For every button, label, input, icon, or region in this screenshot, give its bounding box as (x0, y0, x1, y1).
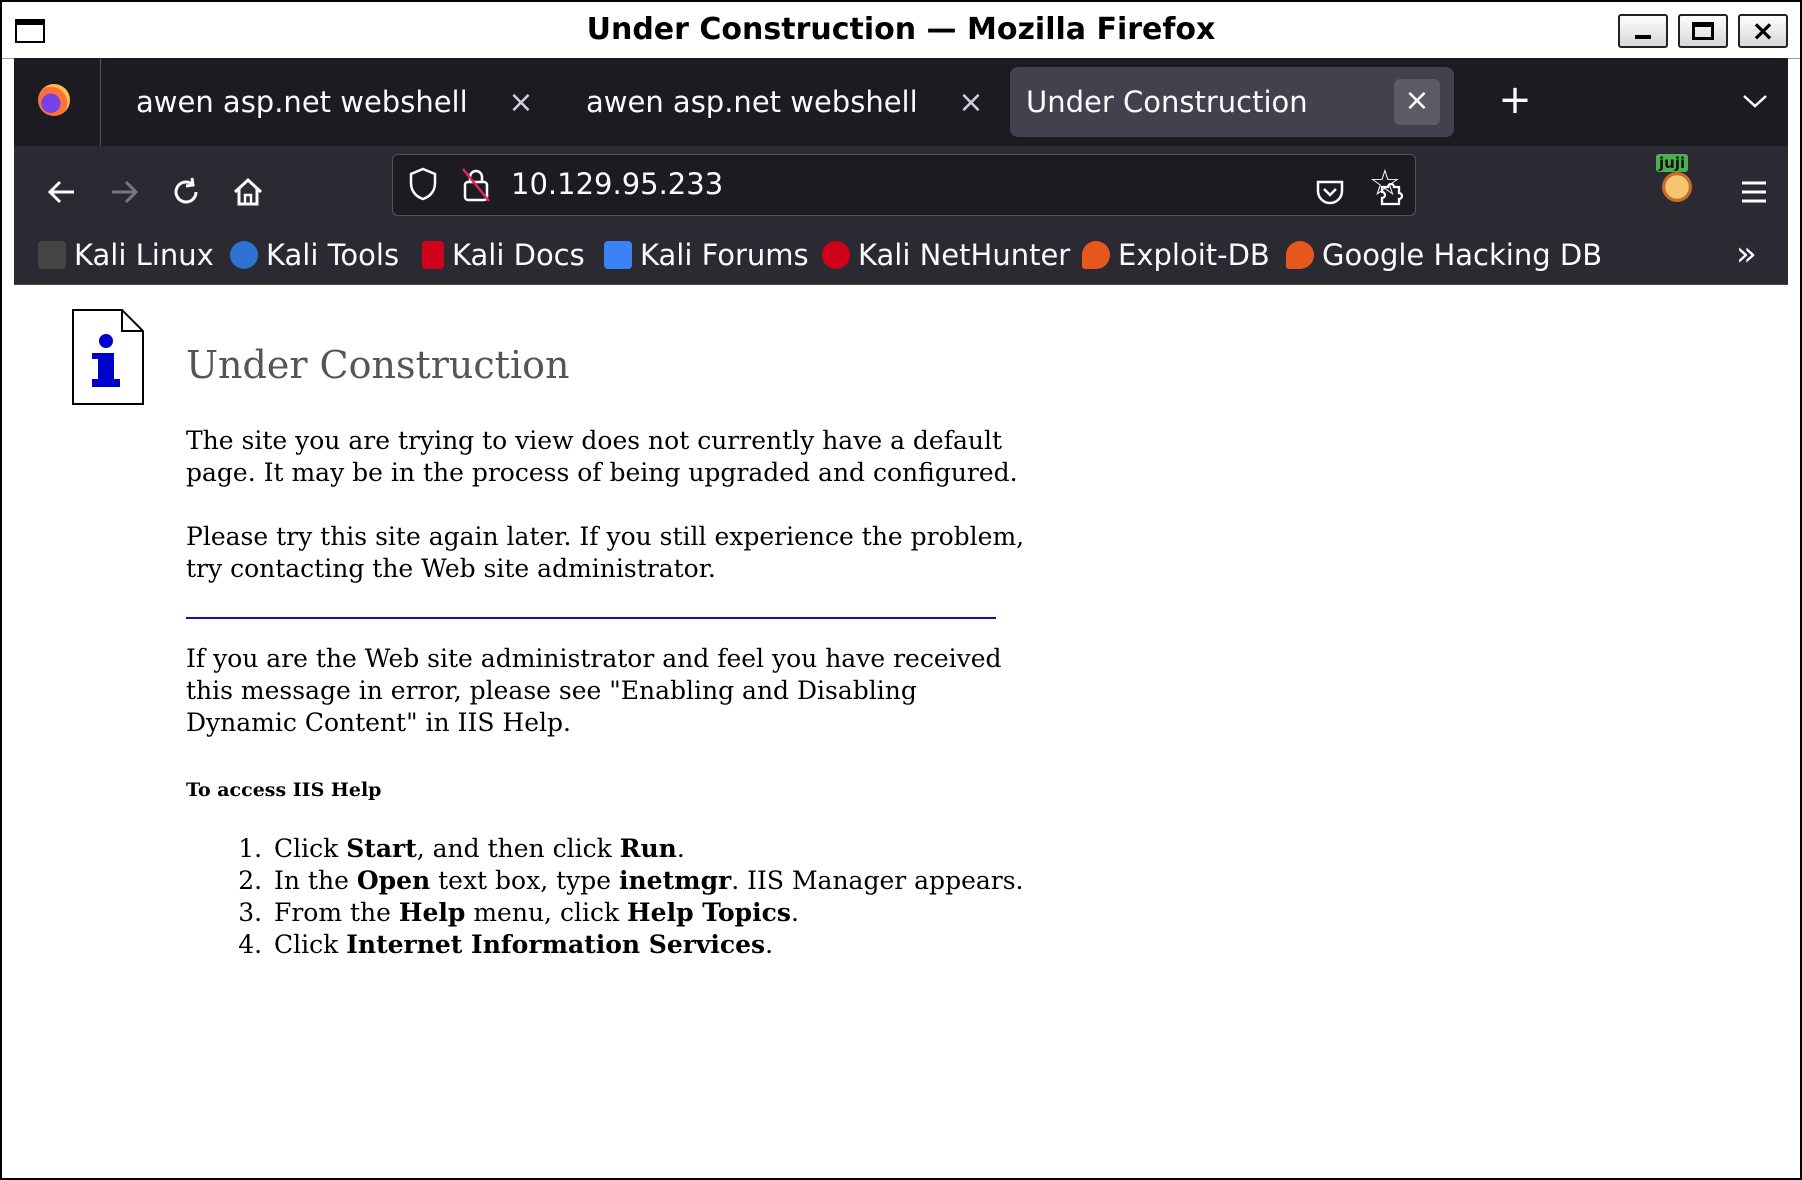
url-text[interactable]: 10.129.95.233 (511, 167, 723, 201)
bookmark-google-hacking-db[interactable]: Google Hacking DB (1286, 236, 1602, 274)
list-all-tabs-button[interactable] (1732, 78, 1778, 124)
address-bar[interactable]: 10.129.95.233 ☆ (392, 154, 1416, 216)
extensions-button[interactable] (1366, 164, 1418, 216)
admin-paragraph: If you are the Web site administrator an… (186, 644, 1002, 737)
tab-webshell-2[interactable]: awen asp.net webshell × (564, 67, 994, 137)
close-window-button[interactable]: × (1738, 14, 1788, 48)
intro-paragraph: The site you are trying to view does not… (186, 426, 1018, 487)
tab-label: Under Construction (1026, 85, 1308, 119)
browser-window: Under Construction — Mozilla Firefox × a… (0, 0, 1802, 1180)
bookmark-kali-docs[interactable]: Kali Docs (422, 236, 585, 274)
home-icon (233, 177, 263, 205)
bookmark-exploit-db[interactable]: Exploit-DB (1082, 236, 1270, 274)
page-content: Under Construction The site you are tryi… (14, 285, 1788, 1178)
help-steps-list: Click Start, and then click Run. In the … (210, 833, 1090, 961)
maximize-button[interactable] (1678, 14, 1728, 48)
tab-separator (100, 58, 101, 146)
horizontal-rule (186, 617, 996, 619)
insecure-lock-icon[interactable] (461, 167, 491, 203)
kali-dragon-icon (38, 241, 66, 269)
bookmark-kali-nethunter[interactable]: Kali NetHunter (822, 236, 1070, 274)
kali-forums-icon (604, 241, 632, 269)
account-button[interactable]: juji (1656, 154, 1698, 202)
tab-under-construction[interactable]: Under Construction × (1010, 67, 1454, 137)
list-item: From the Help menu, click Help Topics. (270, 897, 1090, 929)
window-titlebar[interactable]: Under Construction — Mozilla Firefox × (2, 2, 1800, 59)
tab-strip: awen asp.net webshell × awen asp.net web… (14, 58, 1788, 146)
page-title: Under Construction (186, 343, 570, 387)
list-item: Click Start, and then click Run. (270, 833, 1090, 865)
tab-label: awen asp.net webshell (136, 85, 468, 119)
bookmark-kali-linux[interactable]: Kali Linux (38, 236, 214, 274)
menu-icon (1742, 181, 1766, 202)
list-item: In the Open text box, type inetmgr. IIS … (270, 865, 1090, 897)
pocket-icon (1316, 180, 1344, 204)
exploit-db-icon (1082, 241, 1110, 269)
close-icon: × (1751, 14, 1775, 47)
chevron-down-icon (1743, 95, 1767, 108)
tab-close-icon[interactable]: × (1394, 79, 1440, 125)
bookmark-kali-tools[interactable]: Kali Tools (230, 236, 399, 274)
tracking-protection-shield-icon[interactable] (409, 167, 437, 201)
ghdb-icon (1286, 241, 1314, 269)
navigation-toolbar: 10.129.95.233 ☆ juji (14, 146, 1788, 234)
kali-nethunter-icon (822, 241, 850, 269)
retry-paragraph: Please try this site again later. If you… (186, 522, 1025, 583)
info-document-icon (72, 309, 144, 405)
tab-label: awen asp.net webshell (586, 85, 918, 119)
extensions-icon (1380, 182, 1404, 205)
kali-tools-icon (230, 241, 258, 269)
back-button[interactable] (36, 164, 88, 216)
forward-icon (112, 180, 139, 203)
list-item: Click Internet Information Services. (270, 929, 1090, 961)
account-badge: juji (1656, 154, 1689, 172)
firefox-logo-icon[interactable] (38, 84, 70, 116)
bookmarks-toolbar: Kali Linux Kali Tools Kali Docs Kali For… (14, 226, 1788, 285)
minimize-button[interactable] (1618, 14, 1668, 48)
tab-webshell-1[interactable]: awen asp.net webshell × (114, 67, 544, 137)
help-heading: To access IIS Help (186, 779, 382, 801)
tab-close-icon[interactable]: × (498, 81, 544, 127)
window-title: Under Construction — Mozilla Firefox (586, 12, 1216, 47)
app-menu-button[interactable] (1728, 164, 1780, 216)
reload-icon (174, 177, 198, 203)
account-icon (1662, 172, 1692, 202)
kali-docs-icon (422, 241, 444, 269)
pocket-button[interactable] (1304, 164, 1356, 216)
bookmarks-overflow-icon[interactable]: » (1736, 234, 1757, 274)
bookmark-kali-forums[interactable]: Kali Forums (604, 236, 809, 274)
back-icon (47, 180, 74, 203)
home-button[interactable] (222, 164, 274, 216)
reload-button[interactable] (160, 164, 212, 216)
new-tab-button[interactable]: + (1492, 78, 1538, 124)
forward-button[interactable] (98, 164, 150, 216)
tab-close-icon[interactable]: × (948, 81, 994, 127)
